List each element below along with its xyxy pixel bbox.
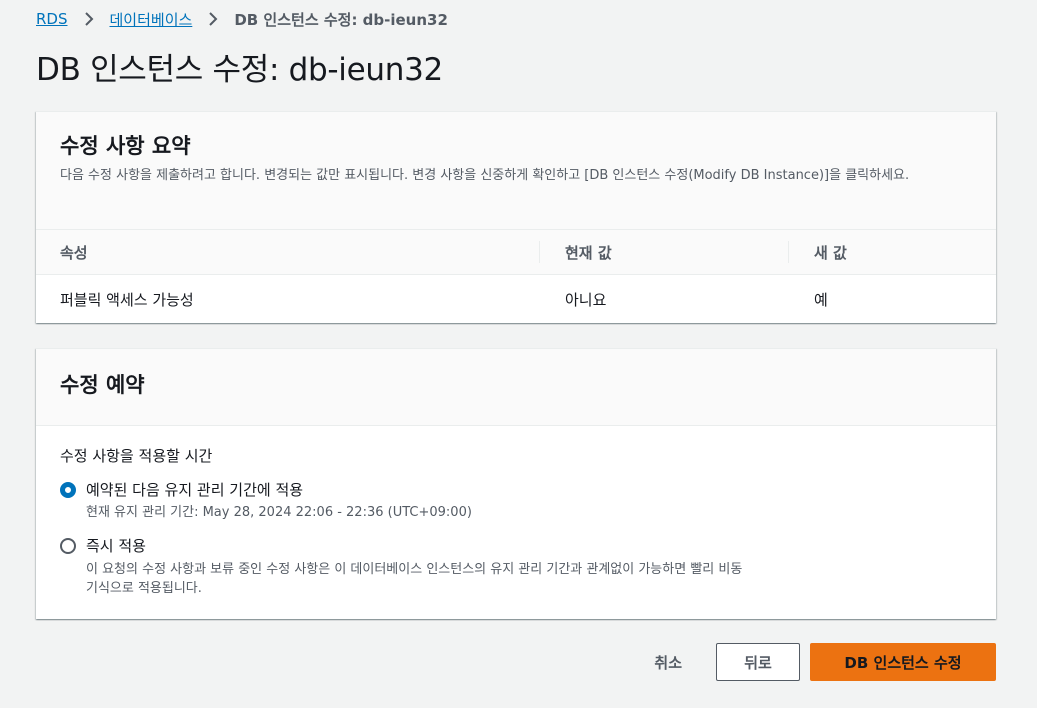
back-button[interactable]: 뒤로 bbox=[716, 643, 800, 681]
form-actions: 취소 뒤로 DB 인스턴스 수정 bbox=[636, 643, 996, 681]
breadcrumb: RDS 데이터베이스 DB 인스턴스 수정: db-ieun32 bbox=[36, 9, 448, 29]
schedule-body: 수정 사항을 적용할 시간 예약된 다음 유지 관리 기간에 적용 현재 유지 … bbox=[36, 426, 996, 598]
table-row: 퍼블릭 액세스 가능성 아니요 예 bbox=[36, 275, 996, 323]
radio-button-selected[interactable] bbox=[60, 482, 76, 498]
cancel-button[interactable]: 취소 bbox=[636, 644, 700, 681]
column-header-new: 새 값 bbox=[788, 241, 996, 263]
breadcrumb-link-rds[interactable]: RDS bbox=[36, 10, 68, 28]
radio-button[interactable] bbox=[60, 538, 76, 554]
radio-description-maintenance: 현재 유지 관리 기간: May 28, 2024 22:06 - 22:36 … bbox=[86, 505, 472, 520]
column-header-attribute: 속성 bbox=[60, 243, 88, 262]
column-header-current: 현재 값 bbox=[539, 241, 788, 263]
cell-attribute: 퍼블릭 액세스 가능성 bbox=[60, 290, 194, 309]
radio-label-immediate: 즉시 적용 bbox=[86, 537, 146, 555]
radio-option-immediate[interactable]: 즉시 적용 이 요청의 수정 사항과 보류 중인 수정 사항은 이 데이터베이스… bbox=[60, 536, 972, 598]
cell-new-value: 예 bbox=[814, 290, 828, 309]
schedule-title: 수정 예약 bbox=[60, 373, 145, 397]
schedule-panel: 수정 예약 수정 사항을 적용할 시간 예약된 다음 유지 관리 기간에 적용 … bbox=[36, 348, 996, 619]
cell-current-value: 아니요 bbox=[565, 290, 607, 309]
table-header: 속성 현재 값 새 값 bbox=[36, 229, 996, 275]
radio-description-immediate: 이 요청의 수정 사항과 보류 중인 수정 사항은 이 데이터베이스 인스턴스의… bbox=[86, 562, 743, 596]
chevron-right-icon bbox=[204, 10, 222, 28]
modify-db-instance-button[interactable]: DB 인스턴스 수정 bbox=[810, 643, 996, 681]
schedule-label: 수정 사항을 적용할 시간 bbox=[60, 447, 213, 465]
breadcrumb-current: DB 인스턴스 수정: db-ieun32 bbox=[234, 10, 448, 29]
schedule-header: 수정 예약 bbox=[36, 349, 996, 426]
breadcrumb-link-databases[interactable]: 데이터베이스 bbox=[110, 9, 193, 30]
summary-title: 수정 사항 요약 bbox=[60, 134, 191, 158]
summary-description: 다음 수정 사항을 제출하려고 합니다. 변경되는 값만 표시됩니다. 변경 사… bbox=[60, 168, 910, 183]
chevron-right-icon bbox=[80, 10, 98, 28]
summary-panel: 수정 사항 요약 다음 수정 사항을 제출하려고 합니다. 변경되는 값만 표시… bbox=[36, 111, 996, 323]
radio-label-maintenance: 예약된 다음 유지 관리 기간에 적용 bbox=[86, 481, 304, 499]
radio-option-maintenance[interactable]: 예약된 다음 유지 관리 기간에 적용 현재 유지 관리 기간: May 28,… bbox=[60, 480, 972, 522]
summary-header: 수정 사항 요약 다음 수정 사항을 제출하려고 합니다. 변경되는 값만 표시… bbox=[36, 112, 996, 229]
page-title: DB 인스턴스 수정: db-ieun32 bbox=[36, 52, 443, 88]
